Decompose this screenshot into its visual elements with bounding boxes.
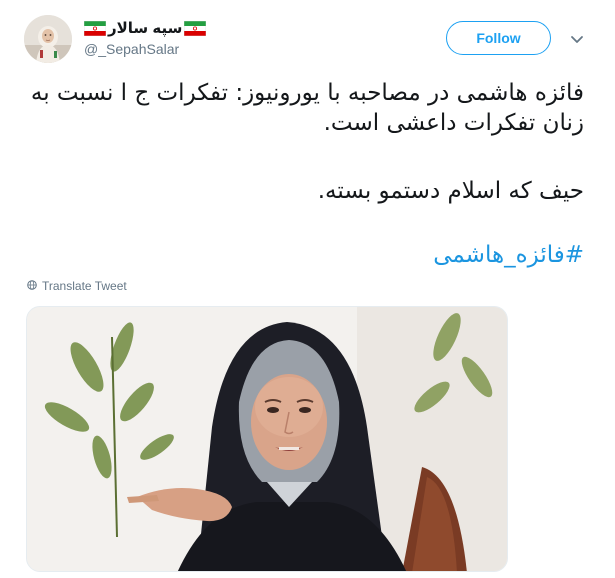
- follow-button[interactable]: Follow: [446, 21, 551, 55]
- translate-label[interactable]: Translate Tweet: [42, 279, 127, 293]
- tweet-photo[interactable]: [26, 306, 508, 572]
- globe-icon: [27, 279, 37, 293]
- iran-flag-icon: [83, 20, 107, 36]
- tweet-text: فائزه هاشمی در مصاحبه با یورونیوز: تفکرا…: [24, 78, 584, 206]
- hashtag-line: #فائزه_هاشمی: [24, 240, 584, 270]
- author-handle[interactable]: @_SepahSalar: [84, 41, 179, 57]
- tweet-card: سپه سالار @_SepahSalar Follow فائزه هاشم…: [0, 0, 615, 578]
- iran-flag-icon: [184, 20, 207, 36]
- tweet-text-line: زنان تفکرات داعشی است.: [323, 110, 584, 136]
- avatar[interactable]: [24, 15, 72, 63]
- tweet-text-line: فائزه هاشمی در مصاحبه با یورونیوز: تفکرا…: [30, 80, 584, 106]
- display-name[interactable]: سپه سالار: [106, 19, 184, 37]
- chevron-down-icon[interactable]: [568, 30, 586, 48]
- tweet-text-line: حیف که اسلام دستمو بسته.: [317, 178, 584, 204]
- translate-tweet-link[interactable]: Translate Tweet: [27, 279, 127, 293]
- author-name-row[interactable]: سپه سالار: [83, 17, 207, 39]
- hashtag-link[interactable]: #فائزه_هاشمی: [433, 242, 584, 268]
